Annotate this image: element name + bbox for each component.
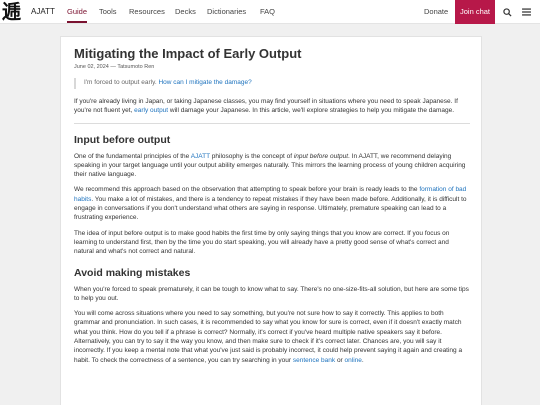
paragraph: The idea of input before output is to ma… xyxy=(74,229,450,256)
nav-faq[interactable]: FAQ xyxy=(260,0,275,24)
ajatt-link[interactable]: AJATT xyxy=(191,153,210,160)
paragraph: We recommend this approach based on the … xyxy=(74,186,467,222)
nav-guide[interactable]: Guide xyxy=(67,0,88,23)
paragraph: You will come across situations where yo… xyxy=(74,310,463,364)
paragraph: When you're forced to speak prematurely,… xyxy=(74,285,469,302)
top-navbar: 逓 AJATT Guide Tools Resources Decks Dict… xyxy=(0,0,540,24)
sentence-bank-link[interactable]: sentence bank xyxy=(293,357,335,364)
paragraph: One of the fundamental principles of the… xyxy=(74,152,466,179)
site-logo[interactable]: 逓 xyxy=(2,1,26,23)
section-heading-avoid-mistakes: Avoid making mistakes xyxy=(74,266,191,279)
nav-resources[interactable]: Resources xyxy=(129,0,165,24)
search-icon[interactable] xyxy=(499,0,515,24)
intro-paragraph: If you're already living in Japan, or ta… xyxy=(74,98,458,115)
article-card: Mitigating the Impact of Early Output Ju… xyxy=(60,36,482,405)
divider xyxy=(74,122,470,124)
article-date: June 02, 2024 xyxy=(74,64,109,70)
donate-link[interactable]: Donate xyxy=(424,0,448,24)
nav-tools[interactable]: Tools xyxy=(99,0,117,24)
menu-icon[interactable] xyxy=(518,0,534,24)
online-link[interactable]: online xyxy=(345,357,362,364)
early-output-link[interactable]: early output xyxy=(134,107,168,114)
join-chat-button[interactable]: Join chat xyxy=(455,0,495,24)
article-author: Tatsumoto Ren xyxy=(117,64,155,70)
nav-decks[interactable]: Decks xyxy=(175,0,196,24)
nav-dictionaries[interactable]: Dictionaries xyxy=(207,0,246,24)
lead-quote: I'm forced to output early. How can I mi… xyxy=(74,78,470,89)
article-content: Mitigating the Impact of Early Output Ju… xyxy=(74,46,470,365)
quote-link[interactable]: How can I mitigate the damage? xyxy=(158,79,251,86)
article-title: Mitigating the Impact of Early Output xyxy=(74,46,302,61)
section-heading-input-before-output: Input before output xyxy=(74,133,171,146)
site-brand[interactable]: AJATT xyxy=(31,0,55,24)
article-meta: June 02, 2024 — Tatsumoto Ren xyxy=(74,64,155,70)
